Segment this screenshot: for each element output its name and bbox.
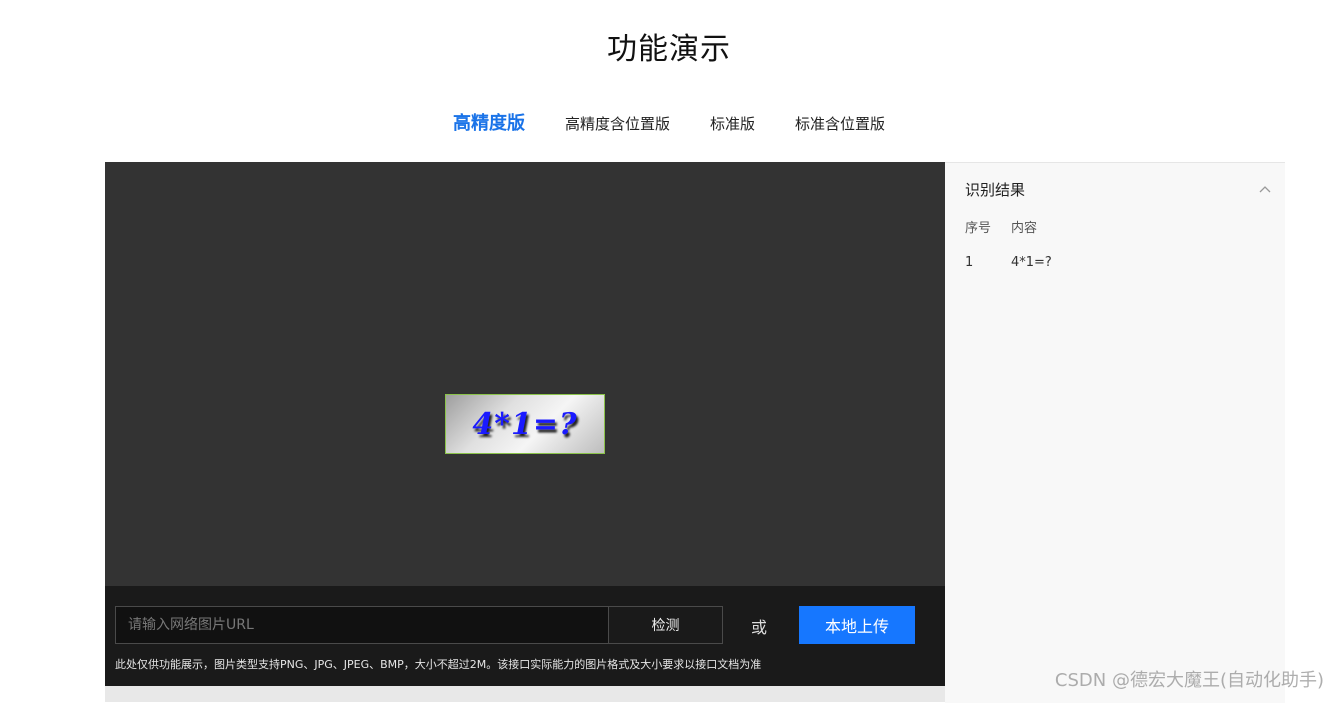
version-tabs: 高精度版 高精度含位置版 标准版 标准含位置版 — [0, 112, 1338, 136]
result-panel-title: 识别结果 — [965, 181, 1026, 199]
format-note: 此处仅供功能展示，图片类型支持PNG、JPG、JPEG、BMP，大小不超过2M。… — [115, 658, 762, 671]
image-preview-stage: 4*1=? — [105, 162, 945, 586]
input-controls: 检测 或 本地上传 此处仅供功能展示，图片类型支持PNG、JPG、JPEG、BM… — [105, 586, 945, 686]
local-upload-button[interactable]: 本地上传 — [799, 606, 915, 644]
page-title: 功能演示 — [607, 32, 731, 67]
tab-high-precision[interactable]: 高精度版 — [453, 112, 525, 136]
image-url-input[interactable] — [116, 607, 608, 643]
detect-button[interactable]: 检测 — [608, 607, 722, 643]
watermark: CSDN @德宏大魔王(自动化助手) — [1054, 670, 1324, 691]
tab-standard[interactable]: 标准版 — [710, 112, 755, 136]
tab-standard-location[interactable]: 标准含位置版 — [795, 112, 885, 136]
captcha-image: 4*1=? — [445, 394, 605, 454]
column-header-index: 序号 — [965, 221, 992, 236]
or-separator: 或 — [751, 618, 768, 637]
column-header-content: 内容 — [1011, 221, 1038, 236]
captcha-image-text: 4*1=? — [472, 406, 578, 442]
chevron-up-icon[interactable] — [1257, 181, 1273, 197]
tab-high-precision-location[interactable]: 高精度含位置版 — [565, 112, 670, 136]
bottom-strip — [105, 686, 945, 702]
result-panel: 识别结果 序号 内容 1 4*1=? — [945, 162, 1285, 703]
result-table-header: 序号 内容 — [965, 217, 1037, 236]
row-index: 1 — [965, 255, 974, 270]
table-row: 1 4*1=? — [965, 255, 1052, 270]
url-input-group: 检测 — [115, 606, 723, 644]
row-content: 4*1=? — [1011, 255, 1052, 270]
